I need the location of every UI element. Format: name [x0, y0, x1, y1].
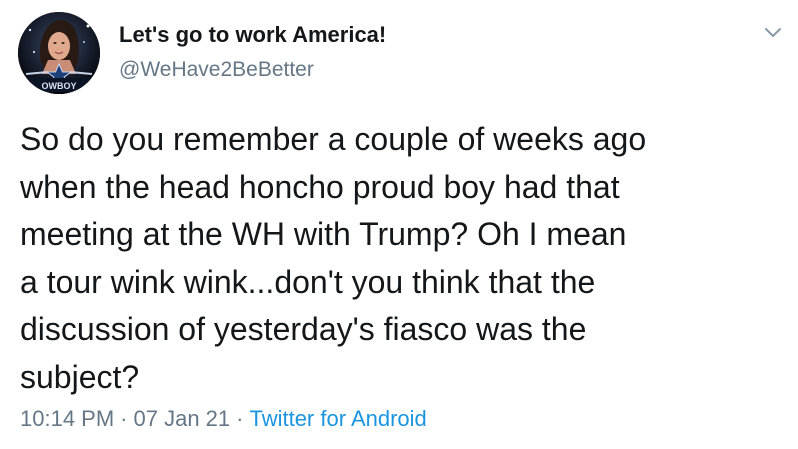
tweet-text: So do you remember a couple of weeks ago…	[20, 116, 780, 401]
meta-separator: ·	[236, 406, 244, 431]
tweet-card: OWBOY Let's go to work America! @WeHave2…	[0, 0, 798, 449]
tweet-text-line: a tour wink wink...don't you think that …	[20, 263, 596, 300]
avatar-image: OWBOY	[18, 12, 100, 94]
avatar[interactable]: OWBOY	[18, 12, 100, 94]
tweet-text-line: discussion of yesterday's fiasco was the	[20, 311, 587, 347]
avatar-badge-text: OWBOY	[42, 81, 77, 91]
tweet-text-line: subject?	[20, 358, 140, 395]
tweet-meta: 10:14 PM · 07 Jan 21 · Twitter for Android	[20, 406, 427, 432]
tweet-date[interactable]: 07 Jan 21	[134, 406, 231, 431]
user-handle[interactable]: @WeHave2BeBetter	[119, 58, 314, 82]
tweet-time[interactable]: 10:14 PM	[20, 406, 114, 431]
tweet-text-line: when the head honcho proud boy had that	[20, 168, 620, 205]
tweet-source-link[interactable]: Twitter for Android	[249, 406, 426, 431]
tweet-text-line: So do you remember a couple of weeks ago	[20, 121, 647, 157]
tweet-text-line: meeting at the WH with Trump? Oh I mean	[20, 216, 627, 252]
chevron-down-icon[interactable]	[760, 22, 786, 42]
meta-separator: ·	[120, 406, 128, 431]
display-name[interactable]: Let's go to work America!	[119, 22, 386, 48]
